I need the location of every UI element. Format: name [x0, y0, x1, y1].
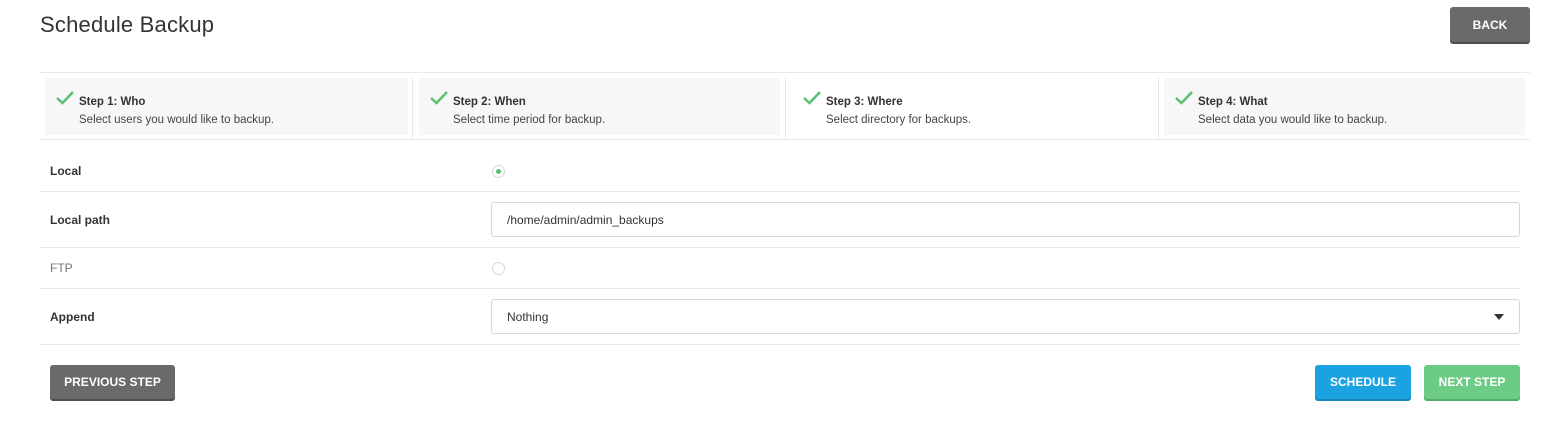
step-description: Select time period for backup.	[453, 114, 606, 126]
append-select[interactable]: Nothing	[491, 299, 1520, 334]
step-title: Step 2: When	[453, 96, 526, 108]
caret-down-icon	[1494, 314, 1504, 320]
back-button[interactable]: BACK	[1450, 7, 1530, 42]
append-selected-value: Nothing	[507, 310, 549, 324]
previous-step-button[interactable]: PREVIOUS STEP	[50, 365, 175, 399]
form-row-ftp: FTP	[40, 248, 1520, 289]
wizard-steps: Step 1: Who Select users you would like …	[40, 72, 1530, 140]
page-title: Schedule Backup	[40, 12, 215, 37]
checkmark-icon	[430, 91, 448, 105]
ftp-label: FTP	[50, 261, 73, 275]
form-row-append: Append Nothing	[40, 289, 1520, 345]
local-path-label: Local path	[50, 213, 111, 227]
step-divider	[1158, 78, 1159, 140]
step-title: Step 1: Who	[79, 96, 146, 108]
local-path-input[interactable]	[491, 202, 1520, 237]
step-where[interactable]: Step 3: Where Select directory for backu…	[792, 78, 1154, 135]
checkmark-icon	[1175, 91, 1193, 105]
local-label: Local	[50, 164, 82, 178]
next-step-button[interactable]: NEXT STEP	[1424, 365, 1520, 399]
schedule-button[interactable]: SCHEDULE	[1315, 365, 1411, 399]
ftp-radio[interactable]	[492, 262, 505, 275]
step-title: Step 4: What	[1198, 96, 1268, 108]
step-when[interactable]: Step 2: When Select time period for back…	[419, 78, 780, 135]
step-divider	[412, 78, 413, 140]
step-description: Select data you would like to backup.	[1198, 114, 1388, 126]
checkmark-icon	[56, 91, 74, 105]
append-label: Append	[50, 310, 95, 324]
form-row-local-path: Local path	[40, 192, 1520, 248]
step-description: Select directory for backups.	[826, 114, 972, 126]
step-who[interactable]: Step 1: Who Select users you would like …	[45, 78, 408, 135]
step-title: Step 3: Where	[826, 96, 903, 108]
step-divider	[785, 78, 786, 140]
form-row-local: Local	[40, 150, 1520, 192]
step-what[interactable]: Step 4: What Select data you would like …	[1164, 78, 1525, 135]
step-description: Select users you would like to backup.	[79, 114, 274, 126]
local-radio[interactable]	[492, 165, 505, 178]
checkmark-icon	[803, 91, 821, 105]
